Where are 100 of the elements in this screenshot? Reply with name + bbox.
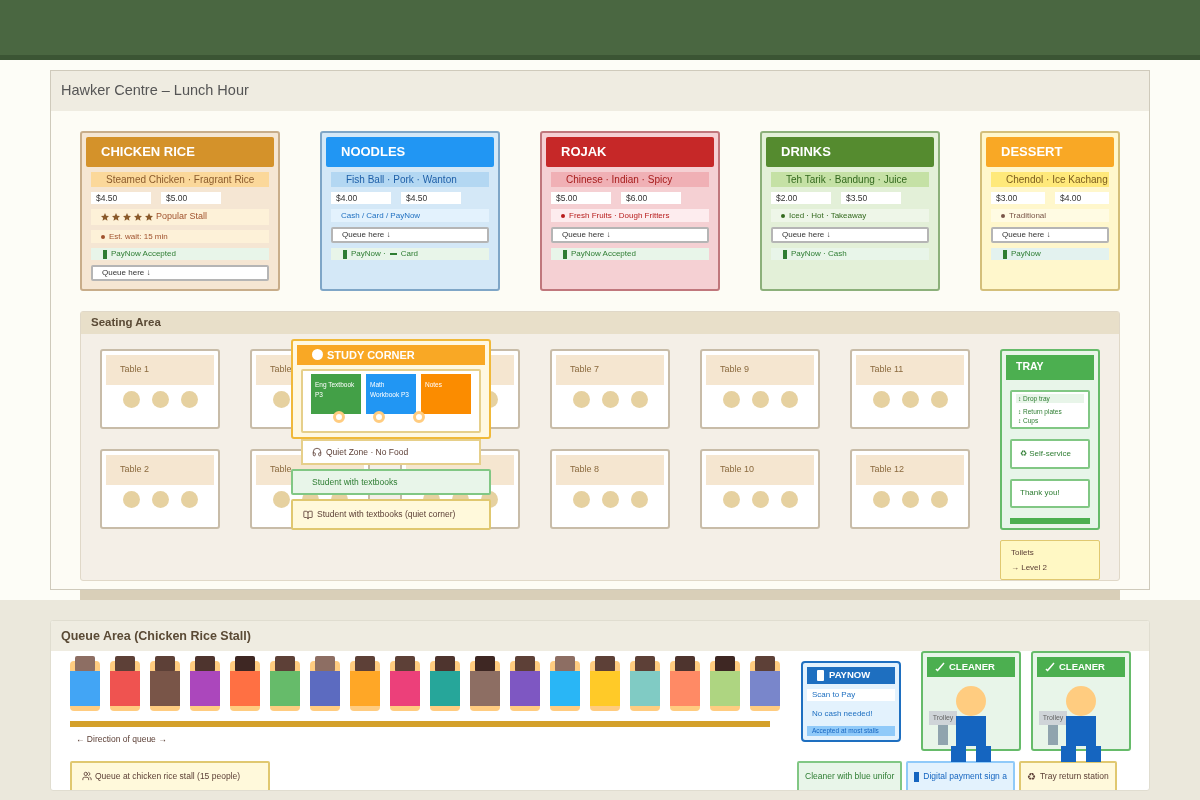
chair-icon (751, 491, 769, 508)
chair-icon (901, 391, 919, 408)
caption-label: Digital payment sign a (906, 761, 1015, 790)
recycle-icon: ♻ (1026, 769, 1036, 784)
table-label: Table 10 (720, 463, 755, 477)
chair-icon (151, 391, 169, 408)
payment-label: Card (400, 248, 419, 260)
star-icon (145, 213, 153, 221)
toilets-direction: → Level 2 (1011, 562, 1049, 574)
chair-icon (930, 391, 948, 408)
chair-icon (872, 491, 890, 508)
queue-caption: Queue at chicken rice stall (15 people) (70, 760, 270, 790)
queue-button[interactable]: Queue here ↓ (991, 227, 1109, 243)
paynow-line: No cash needed! (811, 708, 874, 721)
phone-icon (563, 249, 567, 259)
table-label: Table 12 (870, 463, 905, 477)
cleaner-title: CLEANER (1037, 657, 1125, 677)
table-label: Table 2 (120, 463, 150, 477)
stall-name: NOODLES (326, 137, 494, 167)
chair-icon (180, 491, 198, 508)
stall-subtitle: Chinese · Indian · Spicy (551, 172, 709, 187)
chair-icon (151, 491, 169, 508)
caption-label: ♻ Tray return station (1018, 761, 1117, 790)
star-icon (123, 213, 131, 221)
phone-icon (103, 249, 107, 259)
rating-label: Popular Stall (156, 210, 208, 224)
phone-icon (914, 771, 920, 782)
quiet-zone-sign: Quiet Zone · No Food (301, 439, 481, 465)
queue-button[interactable]: Queue here ↓ (91, 265, 269, 281)
caption-label: Student with textbooks (quiet corner) (291, 499, 491, 530)
table-label: Table 11 (870, 363, 904, 377)
table-label: Table 8 (570, 463, 600, 477)
stall-note: Iced · Hot · Takeaway (771, 209, 929, 222)
caption-label: Cleaner with blue unifor (797, 761, 903, 790)
chair-icon (572, 391, 590, 408)
chair-icon (180, 391, 198, 408)
chair-icon (122, 391, 140, 408)
stall-note: Traditional (991, 209, 1109, 222)
chair-icon (901, 491, 919, 508)
queue-button[interactable]: Queue here ↓ (771, 227, 929, 243)
price-tag: $5.00 (161, 192, 221, 204)
stall-subtitle: Teh Tarik · Bandung · Juice (771, 172, 929, 187)
stall-name: DRINKS (766, 137, 934, 167)
chair-icon (601, 391, 619, 408)
table-label: Table 7 (570, 363, 600, 377)
star-icon (112, 213, 120, 221)
cleaner-title: CLEANER (927, 657, 1015, 677)
phone-icon (343, 249, 347, 259)
price-tag: $4.00 (1055, 192, 1109, 204)
star-icon (134, 213, 142, 221)
chair-icon (780, 391, 798, 408)
price-tag: $5.00 (551, 192, 611, 204)
phone-icon (1003, 249, 1007, 259)
payment-label: PayNow · (351, 248, 386, 260)
chair-icon (780, 491, 798, 508)
star-icon (101, 213, 109, 221)
chair-icon (122, 491, 140, 508)
stall-note: Cash / Card / PayNow (331, 209, 489, 222)
trolley-pole (1048, 725, 1058, 745)
people-icon (82, 771, 92, 782)
stall-subtitle: Chendol · Ice Kachang (991, 172, 1109, 187)
price-tag: $6.00 (621, 192, 681, 204)
phone-icon (817, 669, 824, 681)
payment-label: PayNow · Cash (791, 248, 847, 260)
panel-title: Hawker Centre – Lunch Hour (61, 81, 249, 101)
payment-label: PayNow (1011, 248, 1041, 260)
table-label: Table (270, 463, 292, 477)
chair-icon (872, 391, 890, 408)
phone-icon (783, 249, 787, 259)
stall-subtitle: Steamed Chicken · Fragrant Rice (91, 172, 269, 187)
chair-icon (272, 391, 290, 408)
section-title: Seating Area (91, 315, 161, 331)
queue-button[interactable]: Queue here ↓ (551, 227, 709, 243)
trolley-pole (938, 725, 948, 745)
table-label: Table 1 (120, 363, 150, 377)
tray-title: TRAY (1016, 359, 1044, 375)
broom-icon (1045, 662, 1055, 672)
stall-name: ROJAK (546, 137, 714, 167)
stall-subtitle: Fish Ball · Pork · Wanton (331, 172, 489, 187)
queue-button[interactable]: Queue here ↓ (331, 227, 489, 243)
price-tag: $2.00 (771, 192, 831, 204)
table-label: Table (270, 363, 292, 377)
broom-icon (935, 662, 945, 672)
chair-icon (751, 391, 769, 408)
price-tag: $3.50 (841, 192, 901, 204)
tray-sign: Thank you! (1010, 478, 1090, 509)
chair-icon (601, 491, 619, 508)
price-tag: $4.00 (331, 192, 391, 204)
chair-icon (630, 491, 648, 508)
books-icon (303, 509, 313, 520)
paynow-title: PAYNOW (829, 668, 871, 683)
stall-note: Est. wait: 15 min (91, 230, 269, 243)
price-tag: $4.50 (91, 192, 151, 204)
price-tag: $4.50 (401, 192, 461, 204)
chair-icon (272, 491, 290, 508)
queue-direction: ← Direction of queue → (76, 733, 168, 746)
headphones-icon (312, 447, 322, 457)
book-icon (312, 349, 323, 361)
price-tag: $3.00 (991, 192, 1045, 204)
chair-icon (930, 491, 948, 508)
